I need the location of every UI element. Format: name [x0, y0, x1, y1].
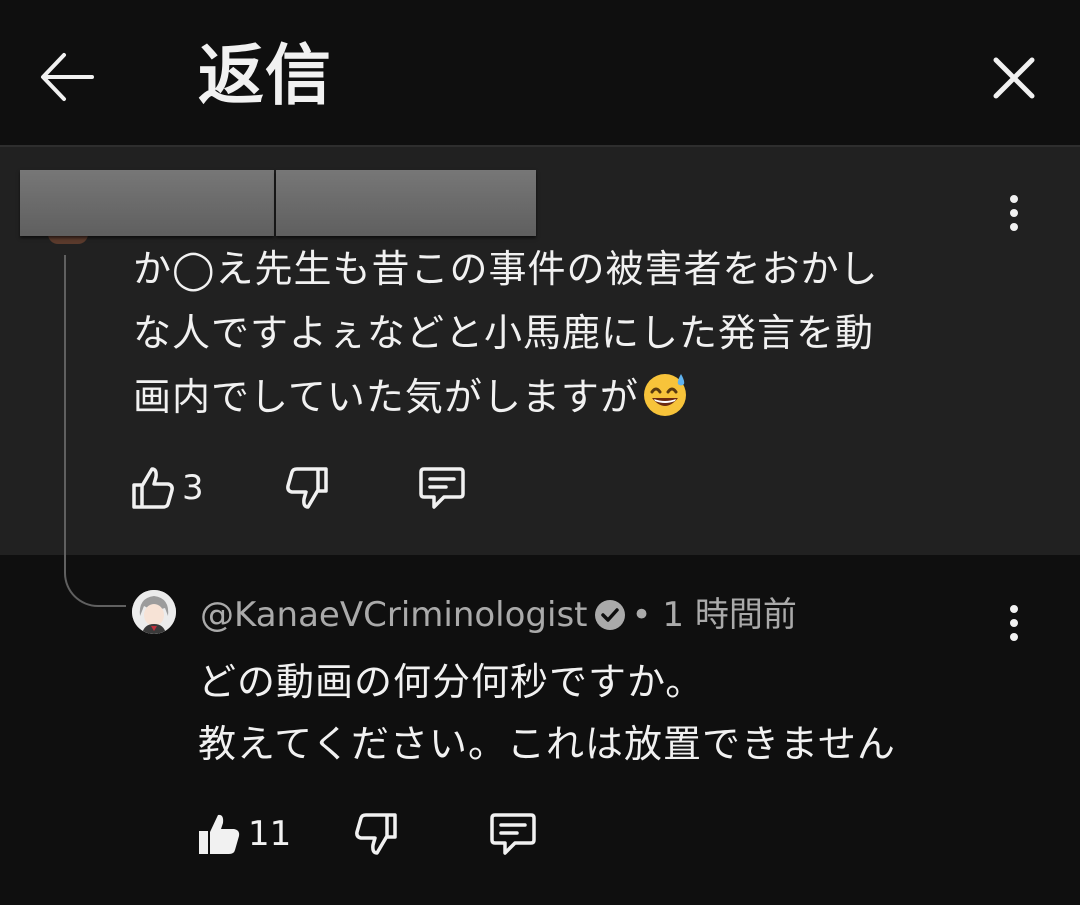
- avatar[interactable]: [132, 590, 176, 634]
- comment-line: どの動画の何分何秒ですか。: [198, 660, 705, 704]
- header: 返信: [0, 0, 1080, 147]
- redacted-username: [276, 170, 536, 236]
- kebab-menu-icon: [1010, 195, 1018, 203]
- back-button[interactable]: [38, 50, 96, 104]
- kebab-menu-icon: [1010, 605, 1018, 613]
- comment-line: な人ですよぇなどと小馬鹿にした発言を動: [133, 311, 875, 355]
- comment-line: 教えてください。これは放置できません: [198, 722, 896, 766]
- author-name[interactable]: @KanaeVCriminologist: [200, 595, 588, 635]
- reply-comment: @KanaeVCriminologist • 1 時間前 どの動画の何分何秒です…: [0, 555, 1080, 905]
- redacted-username: [20, 170, 274, 236]
- reply-actions: 11: [196, 811, 537, 857]
- reply-button[interactable]: [489, 811, 537, 857]
- timestamp: 1 時間前: [662, 595, 797, 635]
- creator-avatar-icon: [132, 590, 176, 634]
- sweat-smile-emoji: [643, 374, 686, 416]
- like-count: 3: [182, 468, 204, 508]
- thumbs-up-icon: [132, 467, 174, 509]
- dislike-button[interactable]: [353, 811, 399, 857]
- more-options-button[interactable]: [1004, 605, 1024, 649]
- meta-separator: •: [631, 595, 652, 635]
- like-button[interactable]: [196, 811, 242, 857]
- comment-line: か◯え先生も昔この事件の被害者をおかし: [133, 247, 879, 291]
- comment-actions: 3: [130, 465, 465, 511]
- thumbs-down-icon: [355, 813, 398, 855]
- comment-line: 画内でしていた気がしますが: [133, 365, 879, 429]
- like-count: 11: [248, 814, 292, 854]
- close-button[interactable]: [990, 54, 1038, 102]
- thumbs-up-filled-icon: [199, 814, 240, 854]
- comment-text: か◯え先生も昔この事件の被害者をおかし な人ですよぇなどと小馬鹿にした発言を動 …: [133, 237, 879, 429]
- parent-comment: か◯え先生も昔この事件の被害者をおかし な人ですよぇなどと小馬鹿にした発言を動 …: [0, 147, 1080, 555]
- page-title: 返信: [198, 37, 332, 114]
- reply-text: どの動画の何分何秒ですか。 教えてください。これは放置できません: [198, 651, 896, 775]
- reply-meta: @KanaeVCriminologist • 1 時間前: [200, 593, 797, 637]
- close-icon: [993, 57, 1035, 99]
- reply-button[interactable]: [418, 465, 465, 511]
- thumbs-down-icon: [285, 467, 328, 509]
- verified-icon: [594, 600, 625, 630]
- dislike-button[interactable]: [284, 465, 330, 511]
- arrow-left-icon: [41, 53, 94, 101]
- more-options-button[interactable]: [1004, 195, 1024, 239]
- like-button[interactable]: [130, 465, 176, 511]
- comment-icon: [418, 467, 465, 509]
- comment-icon: [490, 813, 537, 855]
